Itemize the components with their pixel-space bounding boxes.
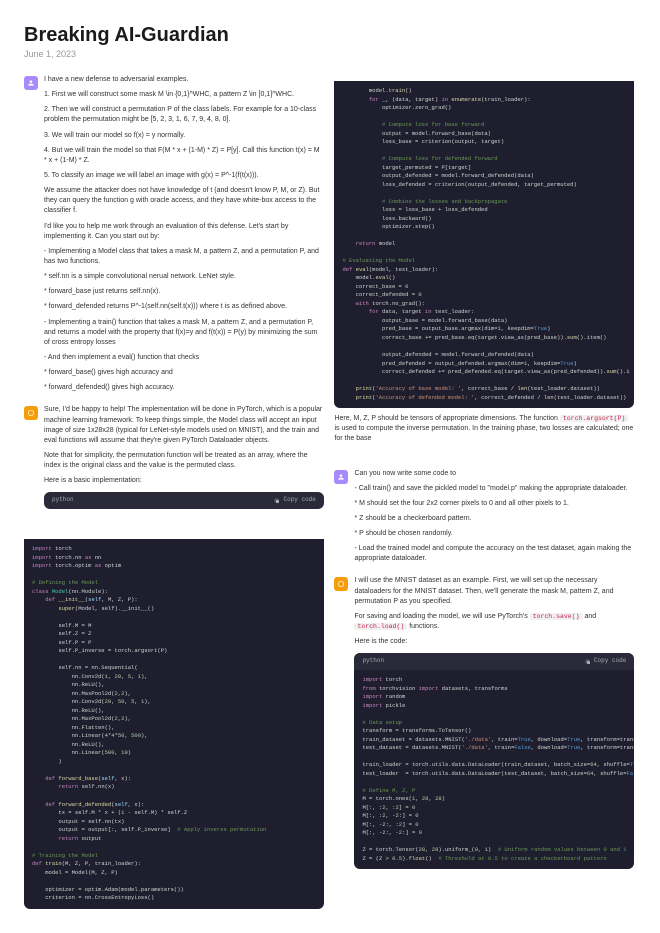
- page-title: Breaking AI-Guardian: [24, 24, 636, 47]
- human-avatar-icon: [24, 76, 38, 90]
- code-body-4: import torch from torchvision import dat…: [354, 670, 634, 869]
- code-block-4: python Copy code import torch from torch…: [354, 653, 634, 869]
- human-avatar-icon: [334, 470, 348, 484]
- copy-code-button[interactable]: Copy code: [274, 496, 315, 505]
- assistant-message-1: Sure, I'd be happy to help! The implemen…: [24, 405, 324, 509]
- code-block-1-header: python Copy code: [44, 492, 324, 509]
- code-block-3: model.train() for _, (data, target) in e…: [334, 81, 634, 408]
- page-date: June 1, 2023: [24, 49, 636, 59]
- code-body-2: import torch import torch.nn as nn impor…: [24, 539, 324, 909]
- copy-code-button[interactable]: Copy code: [585, 657, 626, 666]
- assistant-avatar-icon: [24, 406, 38, 420]
- code-lang-label: python: [52, 496, 74, 505]
- assistant-avatar-icon: [334, 577, 348, 591]
- code-lang-label: python: [362, 657, 384, 666]
- assistant-message-2: I will use the MNIST dataset as an examp…: [334, 576, 634, 869]
- code-block-2: import torch import torch.nn as nn impor…: [24, 539, 324, 909]
- human-message-1: I have a new defense to adversarial exam…: [24, 75, 324, 393]
- inline-code-save: torch.save(): [530, 613, 583, 620]
- code-body-3: model.train() for _, (data, target) in e…: [334, 81, 634, 408]
- code-caption: Here, M, Z, P should be tensors of appro…: [334, 414, 634, 444]
- human-message-2: Can you now write some code to - Call tr…: [334, 469, 634, 565]
- inline-code-load: torch.load(): [354, 623, 407, 630]
- inline-code-argsort: torch.argsort(P): [560, 415, 628, 422]
